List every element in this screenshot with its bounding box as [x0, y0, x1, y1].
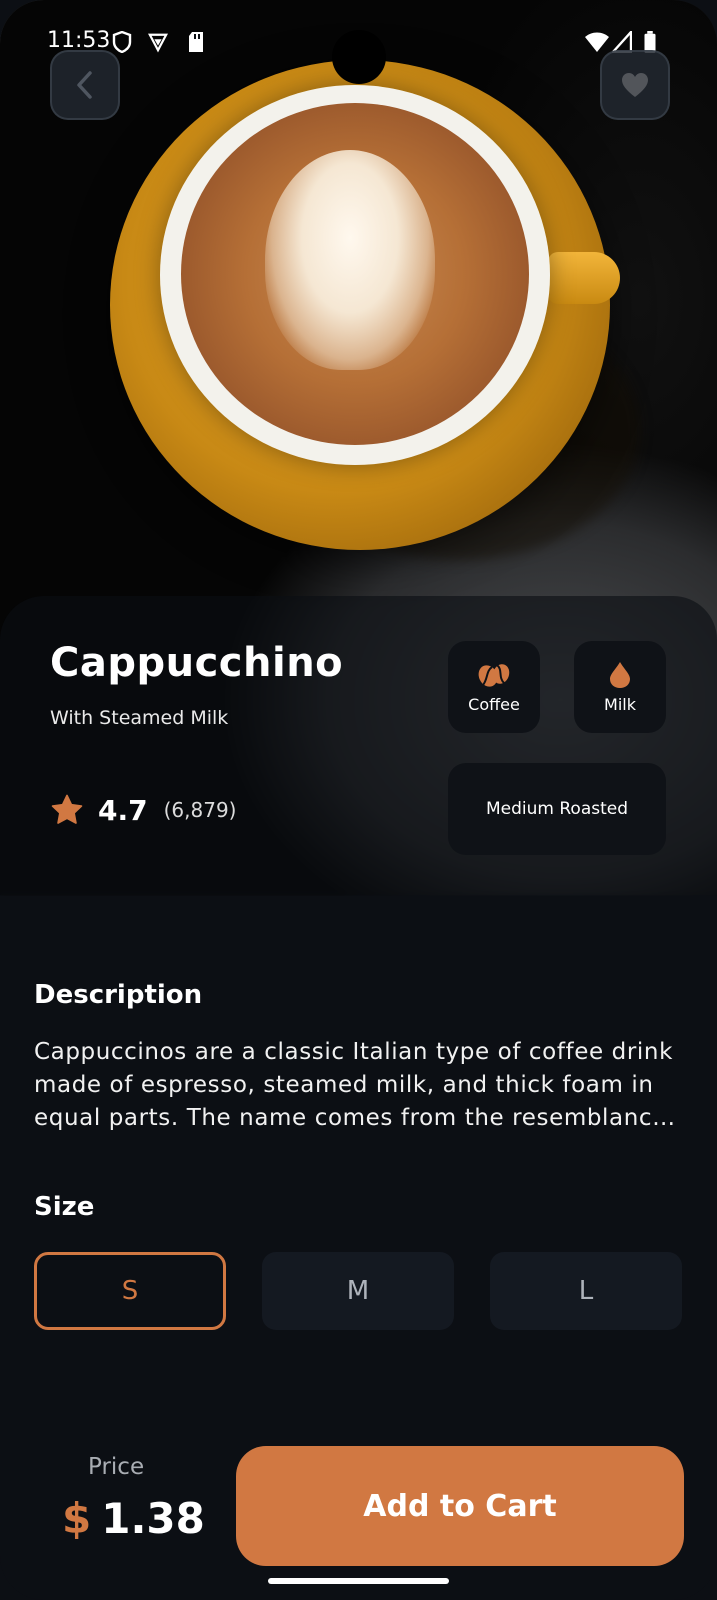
rating: 4.7 (6,879) — [50, 790, 236, 830]
tag-coffee: Coffee — [448, 641, 540, 733]
tag-milk: Milk — [574, 641, 666, 733]
wifi-icon — [585, 32, 609, 52]
back-button[interactable] — [50, 50, 120, 120]
rating-value: 4.7 — [98, 793, 148, 827]
shield-icon — [112, 31, 132, 53]
size-option-l[interactable]: L — [490, 1252, 682, 1330]
star-icon — [51, 794, 83, 824]
rating-count: (6,879) — [163, 798, 237, 822]
chevron-left-icon — [77, 71, 92, 99]
roast-badge: Medium Roasted — [448, 763, 666, 855]
price-label: Price — [88, 1454, 145, 1480]
size-heading: Size — [34, 1192, 95, 1222]
vpn-icon — [148, 33, 168, 53]
tag-coffee-label: Coffee — [468, 694, 520, 714]
latte-art — [265, 150, 435, 370]
cup-handle — [548, 252, 620, 304]
price-value: 1.38 — [101, 1494, 205, 1543]
home-indicator[interactable] — [268, 1578, 449, 1584]
sd-card-icon — [189, 32, 203, 52]
size-option-m[interactable]: M — [262, 1252, 454, 1330]
product-subtitle: With Steamed Milk — [50, 707, 229, 729]
size-option-s[interactable]: S — [34, 1252, 226, 1330]
favorite-button[interactable] — [600, 50, 670, 120]
front-camera — [332, 30, 386, 84]
coffee-bean-icon — [478, 663, 510, 687]
currency-symbol: $ — [62, 1494, 92, 1543]
add-to-cart-button[interactable]: Add to Cart — [236, 1446, 684, 1566]
description-text[interactable]: Cappuccinos are a classic Italian type o… — [34, 1036, 684, 1135]
roast-label: Medium Roasted — [485, 799, 629, 819]
milk-drop-icon — [610, 661, 630, 688]
description-heading: Description — [34, 980, 203, 1010]
product-detail-screen: 11:53 Cappucchino With Steamed Milk 4.7 … — [0, 0, 717, 1600]
price: $ 1.38 — [62, 1494, 205, 1543]
product-title: Cappucchino — [50, 640, 344, 686]
heart-icon — [622, 73, 648, 97]
tag-milk-label: Milk — [604, 694, 636, 714]
